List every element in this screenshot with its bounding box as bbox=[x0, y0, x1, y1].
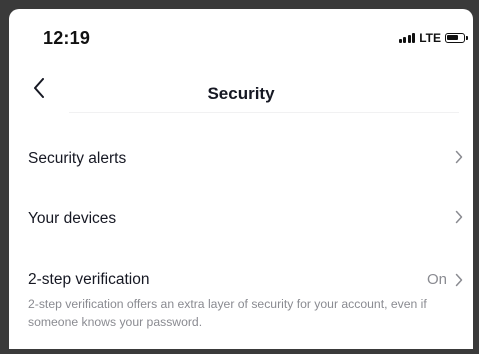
status-time: 12:19 bbox=[43, 28, 91, 48]
your-devices-label: Your devices bbox=[28, 210, 117, 227]
security-alerts-label: Security alerts bbox=[28, 150, 127, 167]
phone-screen: 12:19 LTE Security Security alerts Your … bbox=[9, 9, 473, 349]
page-title: Security bbox=[207, 84, 275, 103]
network-type-label: LTE bbox=[419, 31, 441, 45]
battery-icon bbox=[445, 33, 468, 43]
two-step-verification-status: On bbox=[426, 271, 447, 288]
device-frame: 12:19 LTE Security Security alerts Your … bbox=[0, 0, 479, 354]
status-bar: 12:19 LTE bbox=[9, 9, 473, 59]
battery-level-fill bbox=[447, 35, 458, 40]
signal-strength-icon bbox=[398, 33, 416, 43]
security-alerts-row[interactable]: Security alerts bbox=[9, 138, 473, 182]
your-devices-row[interactable]: Your devices bbox=[9, 198, 473, 242]
navigation-bar: Security bbox=[9, 64, 473, 114]
two-step-verification-description: 2-step verification offers an extra laye… bbox=[28, 297, 427, 329]
chevron-right-icon bbox=[455, 210, 463, 224]
status-indicators: LTE bbox=[398, 31, 468, 45]
two-step-verification-label: 2-step verification bbox=[28, 271, 150, 288]
chevron-right-icon bbox=[455, 273, 463, 286]
header-divider bbox=[69, 112, 459, 113]
chevron-right-icon bbox=[455, 150, 463, 164]
